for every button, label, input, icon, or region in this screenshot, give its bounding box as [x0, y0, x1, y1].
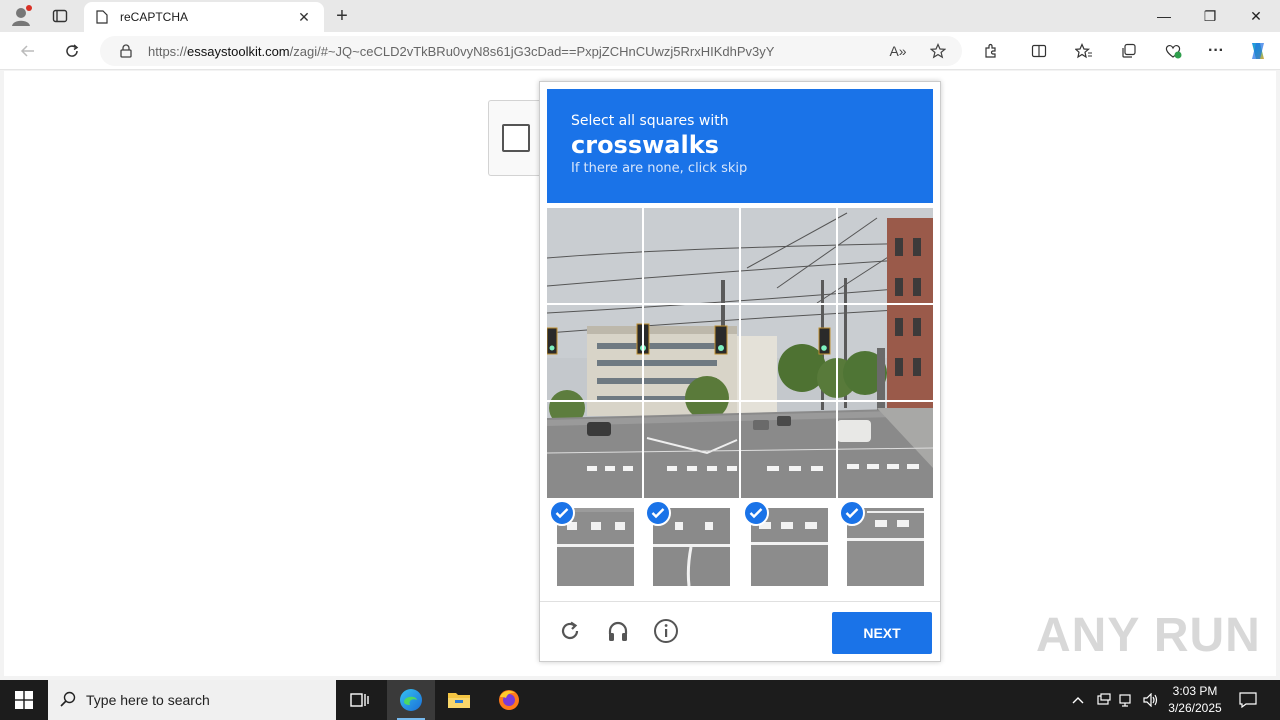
url-text: https://essaystoolkit.com/zagi/#~JQ~ceCL…	[148, 43, 775, 59]
refresh-icon[interactable]	[58, 39, 86, 63]
show-hidden-icons-icon[interactable]	[1068, 680, 1088, 720]
firefox-icon[interactable]	[485, 680, 533, 720]
clock-date: 3/26/2025	[1168, 701, 1222, 715]
check-icon	[839, 500, 865, 526]
read-aloud-icon[interactable]: A»	[886, 39, 910, 63]
target-keyword: crosswalks	[571, 131, 719, 159]
minimize-button[interactable]: —	[1141, 0, 1187, 32]
split-screen-icon[interactable]	[1025, 39, 1053, 63]
restore-button[interactable]: ❐	[1187, 0, 1233, 32]
clock-time: 3:03 PM	[1172, 684, 1218, 698]
challenge-header: Select all squares with crosswalks If th…	[547, 89, 933, 203]
network-icon[interactable]	[1117, 680, 1137, 720]
challenge-footer: NEXT	[540, 601, 940, 661]
recaptcha-checkbox[interactable]	[502, 124, 530, 152]
defender-icon[interactable]	[1094, 680, 1114, 720]
tab-title: reCAPTCHA	[120, 10, 189, 24]
close-window-button[interactable]: ✕	[1233, 0, 1279, 32]
skip-hint: If there are none, click skip	[571, 161, 748, 176]
street-scene-image	[547, 208, 933, 498]
taskbar-search[interactable]: Type here to search	[48, 680, 336, 720]
tab-strip: reCAPTCHA ✕ + — ❐ ✕	[0, 0, 1280, 32]
extensions-icon[interactable]	[977, 39, 1005, 63]
image-grid	[547, 208, 933, 498]
selected-tiles-row	[547, 500, 933, 596]
more-icon[interactable]: ···	[1202, 39, 1230, 63]
favorite-star-icon[interactable]	[926, 39, 950, 63]
search-icon	[60, 691, 76, 710]
captcha-challenge: Select all squares with crosswalks If th…	[539, 81, 941, 662]
anyrun-watermark: ANY RUN	[1036, 609, 1261, 662]
favorites-icon[interactable]	[1070, 39, 1098, 63]
lock-icon[interactable]	[118, 43, 134, 59]
next-button[interactable]: NEXT	[832, 612, 932, 654]
browser-tab[interactable]: reCAPTCHA ✕	[84, 2, 324, 32]
recaptcha-anchor	[488, 100, 544, 176]
volume-icon[interactable]	[1141, 680, 1161, 720]
tab-actions-icon[interactable]	[48, 4, 72, 28]
check-icon	[645, 500, 671, 526]
edge-icon[interactable]	[387, 680, 435, 720]
search-placeholder: Type here to search	[86, 692, 210, 708]
tab-close-icon[interactable]: ✕	[294, 7, 314, 27]
audio-headphones-icon[interactable]	[603, 616, 633, 646]
copilot-icon[interactable]	[1244, 39, 1272, 63]
taskbar: Type here to search 3:03 PM 3/26/2025	[0, 680, 1280, 720]
reload-icon[interactable]	[555, 616, 585, 646]
file-explorer-icon[interactable]	[435, 680, 483, 720]
page-icon	[94, 9, 110, 25]
browser-essentials-icon[interactable]	[1159, 39, 1187, 63]
task-view-icon[interactable]	[336, 680, 384, 720]
browser-toolbar: https://essaystoolkit.com/zagi/#~JQ~ceCL…	[0, 32, 1280, 70]
address-bar[interactable]: https://essaystoolkit.com/zagi/#~JQ~ceCL…	[100, 36, 962, 66]
windows-start-icon[interactable]	[0, 680, 48, 720]
system-clock[interactable]: 3:03 PM 3/26/2025	[1160, 683, 1230, 717]
instruction-text: Select all squares with	[571, 113, 729, 129]
profile-avatar-icon[interactable]	[10, 5, 32, 27]
check-icon	[549, 500, 575, 526]
info-icon[interactable]	[651, 616, 681, 646]
new-tab-button[interactable]: +	[330, 4, 354, 28]
back-icon[interactable]	[14, 39, 42, 63]
collections-icon[interactable]	[1115, 39, 1143, 63]
check-icon	[743, 500, 769, 526]
notifications-icon[interactable]	[1236, 680, 1260, 720]
